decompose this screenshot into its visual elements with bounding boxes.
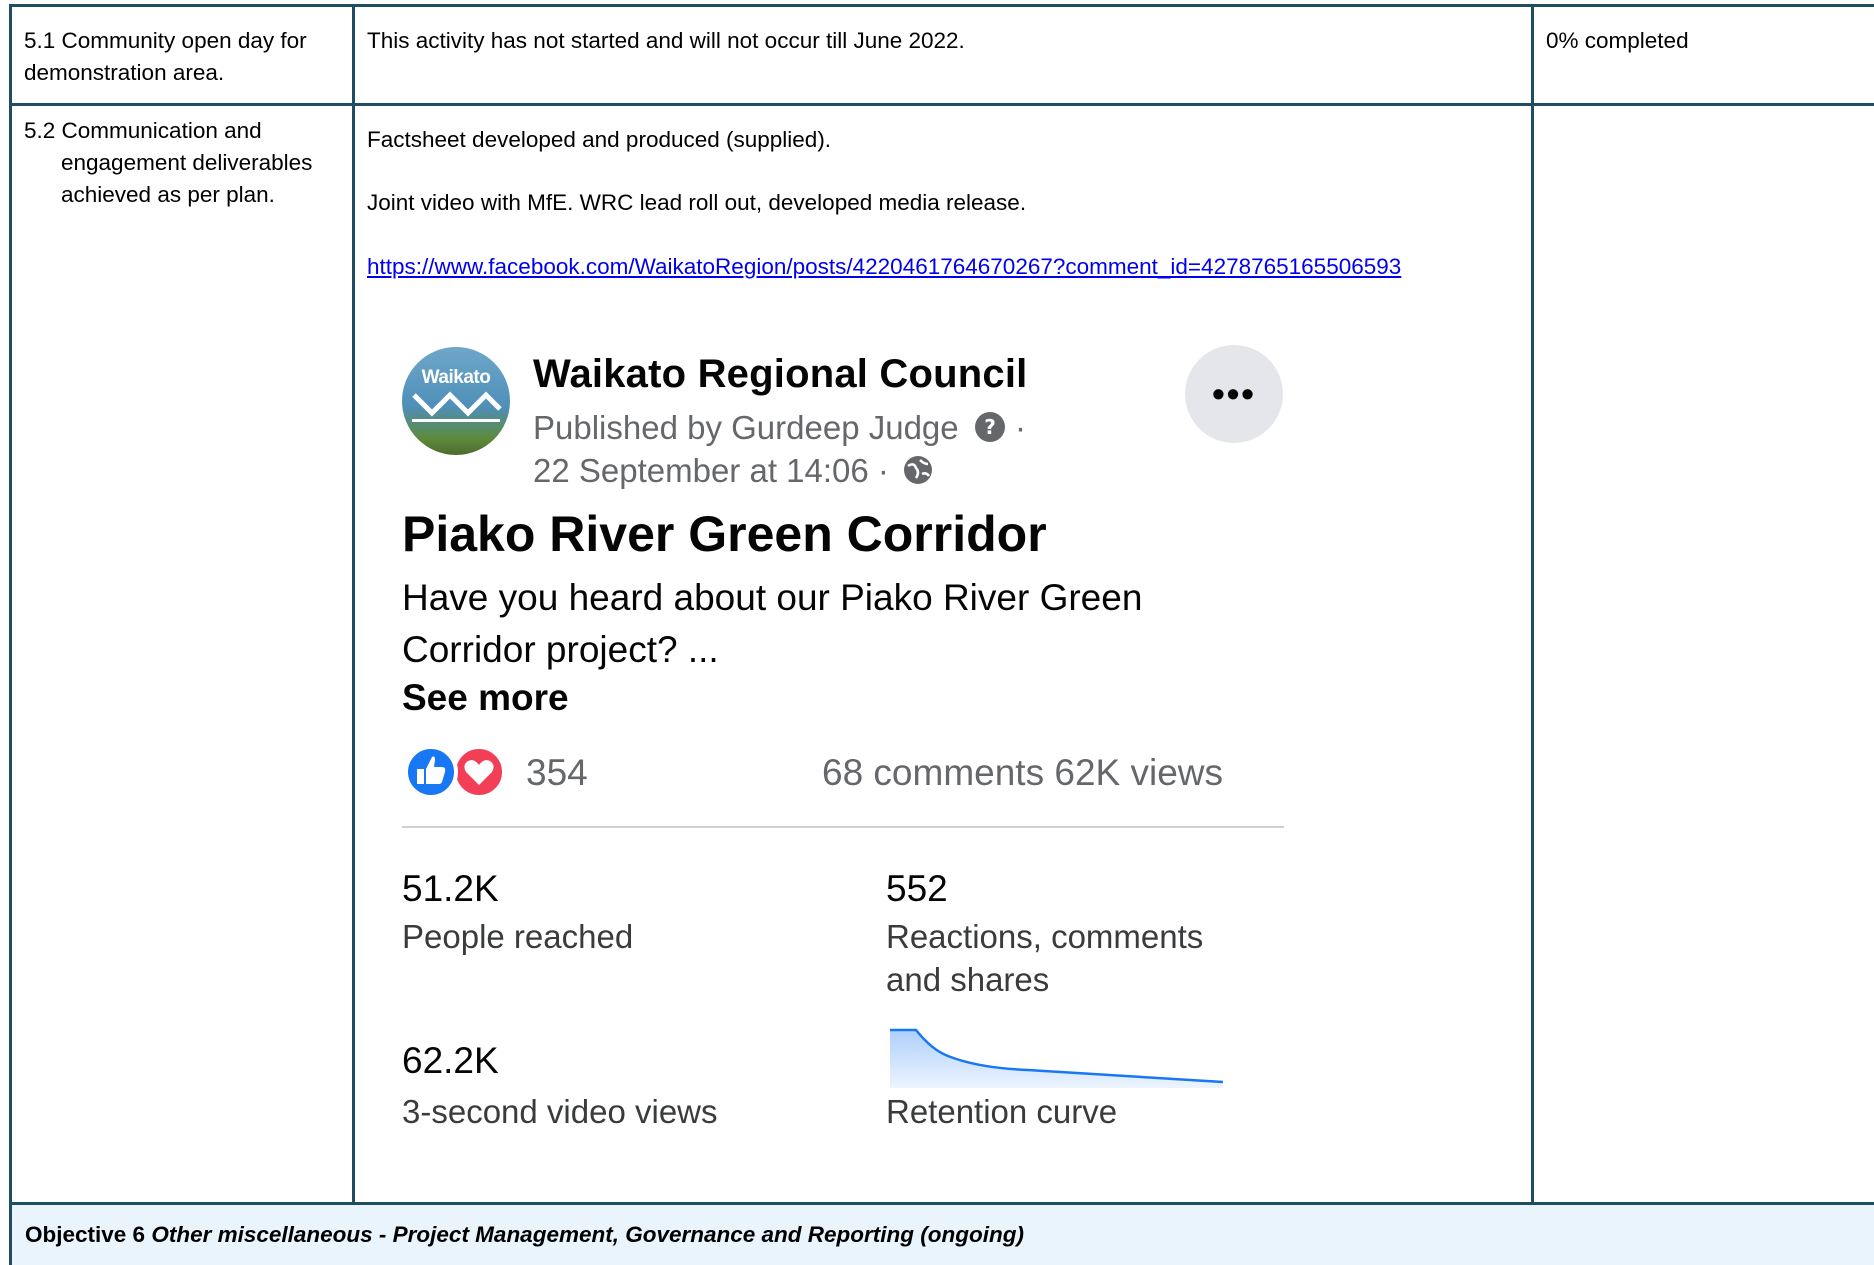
like-reaction-icon [404, 745, 458, 799]
facebook-post-link[interactable]: https://www.facebook.com/WaikatoRegion/p… [367, 251, 1401, 283]
fb-divider [402, 826, 1284, 828]
more-horizontal-icon: ••• [1212, 373, 1256, 414]
table-row-divider [9, 103, 1874, 106]
see-more-link[interactable]: See more [402, 677, 569, 719]
activity-5-1-line-1: 5.1 Community open day for [24, 28, 307, 53]
waikato-logo-icon: Waikato [402, 347, 510, 455]
engagement-value: 552 [886, 868, 948, 909]
activity-5-2-line-2: engagement deliverables [61, 150, 313, 175]
love-reaction-icon [452, 745, 504, 799]
progress-5-2-video: Joint video with MfE. WRC lead roll out,… [367, 190, 1027, 215]
people-reached-label: People reached [402, 918, 634, 955]
activity-5-2-line-3: achieved as per plan. [61, 182, 275, 207]
reaction-count: 354 [526, 752, 588, 793]
activity-5-1-line-2: demonstration area. [24, 60, 225, 85]
objective-title: Other miscellaneous - Project Management… [151, 1222, 1024, 1247]
engagement-label-line-1: Reactions, comments [886, 918, 1204, 955]
fb-page-name: Waikato Regional Council [533, 352, 1028, 396]
svg-text:?: ? [984, 415, 996, 439]
retention-curve-label: Retention curve [886, 1093, 1118, 1130]
objective-prefix: Objective 6 [25, 1222, 146, 1247]
fb-post-body-line-2: Corridor project? ... [402, 629, 719, 670]
more-options-button[interactable]: ••• [1185, 345, 1283, 443]
fb-post-body-line-1: Have you heard about our Piako River Gre… [402, 577, 1143, 618]
people-reached-value: 51.2K [402, 868, 499, 909]
fb-post-body: Have you heard about our Piako River Gre… [402, 572, 1262, 676]
table-column-divider [352, 4, 355, 1205]
fb-published-by-row: Published by Gurdeep Judge ? · [533, 409, 1026, 447]
document-page: 5.1 Community open day for demonstration… [0, 0, 1874, 1265]
fb-published-by: Published by Gurdeep Judge [533, 409, 959, 446]
fb-date: 22 September at 14:06 · [533, 452, 889, 489]
table-border-top [9, 4, 1874, 7]
fb-post-title: Piako River Green Corridor [402, 506, 1047, 562]
table-row-divider [9, 1202, 1874, 1205]
reactions-icons [404, 745, 504, 799]
video-views-label: 3-second video views [402, 1093, 718, 1130]
help-icon: ? [974, 412, 1005, 442]
activity-5-2-line-1: 5.2 Communication and [24, 118, 262, 143]
video-views-value: 62.2K [402, 1040, 499, 1081]
fb-date-row: 22 September at 14:06 · [533, 452, 934, 490]
table-border-left [9, 4, 12, 1265]
progress-5-1: This activity has not started and will n… [367, 28, 965, 53]
comments-views: 68 comments 62K views [822, 752, 1224, 793]
engagement-label-line-2: and shares [886, 961, 1050, 998]
globe-icon [904, 456, 933, 484]
separator-dot: · [1014, 409, 1026, 446]
objective-6-heading: Objective 6 Other miscellaneous - Projec… [25, 1220, 1024, 1250]
status-5-1: 0% completed [1546, 28, 1689, 53]
logo-mark-icon [412, 391, 502, 422]
retention-curve-icon [890, 1028, 1224, 1088]
table-column-divider [1531, 4, 1534, 1205]
progress-5-2-factsheet: Factsheet developed and produced (suppli… [367, 127, 832, 152]
